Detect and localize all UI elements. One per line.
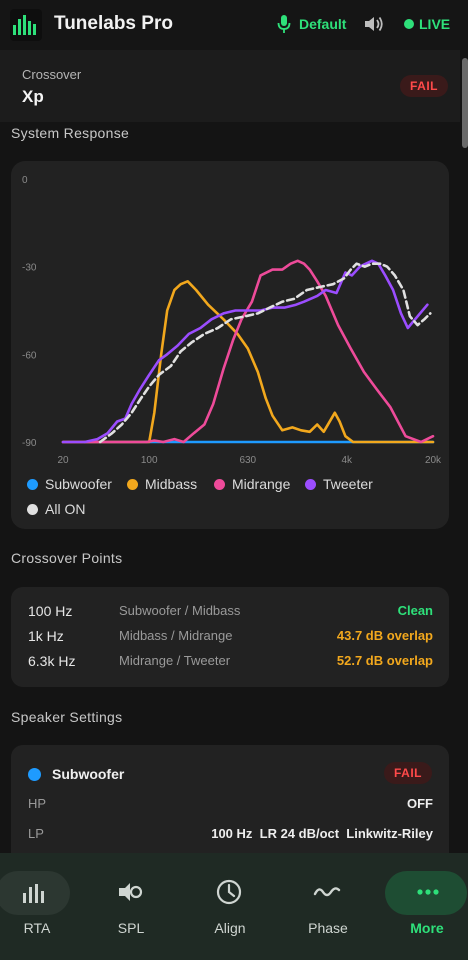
x-tick-label: 20 bbox=[57, 455, 69, 466]
bottom-navigation: RTA SPL Align Phase More bbox=[0, 853, 468, 960]
lp-value[interactable]: 100 Hz LR 24 dB/oct Linkwitz-Riley bbox=[211, 826, 433, 841]
top-bar: Tunelabs Pro Default LIVE bbox=[0, 0, 468, 50]
series-line-all-on bbox=[98, 262, 432, 444]
crossover-value: Xp bbox=[22, 87, 44, 106]
volume-icon[interactable] bbox=[363, 14, 385, 39]
legend-dot-subwoofer bbox=[27, 478, 38, 490]
legend-dot-midbass bbox=[127, 478, 138, 490]
speaker-icon bbox=[116, 879, 146, 907]
speaker-name: Subwoofer bbox=[52, 766, 125, 782]
live-indicator-dot bbox=[404, 19, 414, 29]
lp-label: LP bbox=[28, 826, 44, 841]
clock-icon bbox=[215, 879, 245, 907]
nav-label: Align bbox=[214, 920, 246, 936]
crossover-row: 1k Hz Midbass / Midrange 43.7 dB overlap bbox=[11, 628, 449, 650]
x-tick-label: 630 bbox=[239, 455, 256, 466]
legend-item-midrange[interactable]: Midrange bbox=[214, 476, 290, 492]
legend-item-subwoofer[interactable]: Subwoofer bbox=[27, 476, 112, 492]
nav-item-more[interactable]: More bbox=[380, 853, 468, 960]
crossover-row: 100 Hz Subwoofer / Midbass Clean bbox=[11, 603, 449, 625]
speaker-color-dot bbox=[28, 768, 41, 781]
nav-item-rta[interactable]: RTA bbox=[0, 853, 90, 960]
nav-item-align[interactable]: Align bbox=[183, 853, 277, 960]
y-tick-label: -30 bbox=[22, 263, 37, 274]
y-tick-label: -90 bbox=[22, 438, 37, 449]
scrollbar-thumb[interactable] bbox=[462, 58, 468, 148]
system-response-chart-card: 0 -30 -60 -90 20 100 630 4k 20k Subwoofer Midbas… bbox=[11, 161, 449, 529]
app-title: Tunelabs Pro bbox=[54, 13, 173, 34]
crossover-pair: Midbass / Midrange bbox=[119, 628, 233, 643]
crossover-pair: Subwoofer / Midbass bbox=[119, 603, 241, 618]
nav-label: SPL bbox=[117, 920, 145, 936]
crossover-summary-card: Crossover Xp FAIL bbox=[0, 50, 460, 122]
legend-label: Tweeter bbox=[323, 476, 373, 492]
nav-label: Phase bbox=[308, 920, 348, 936]
system-response-title: System Response bbox=[11, 125, 130, 141]
y-tick-label: 0 bbox=[22, 175, 28, 186]
legend-item-all-on[interactable]: All ON bbox=[27, 501, 85, 517]
nav-item-spl[interactable]: SPL bbox=[84, 853, 178, 960]
legend-item-midbass[interactable]: Midbass bbox=[127, 476, 197, 492]
hp-value[interactable]: OFF bbox=[407, 796, 433, 811]
nav-item-phase[interactable]: Phase bbox=[281, 853, 375, 960]
crossover-points-title: Crossover Points bbox=[11, 550, 123, 566]
crossover-points-card: 100 Hz Subwoofer / Midbass Clean 1k Hz M… bbox=[11, 587, 449, 687]
speaker-status-badge: FAIL bbox=[384, 762, 432, 784]
microphone-icon[interactable] bbox=[276, 14, 292, 39]
nav-label: RTA bbox=[23, 920, 51, 936]
legend-label: Midrange bbox=[232, 476, 291, 492]
legend-label: All ON bbox=[45, 501, 86, 517]
crossover-frequency: 1k Hz bbox=[28, 628, 64, 644]
hp-label: HP bbox=[28, 796, 47, 811]
nav-label: More bbox=[410, 920, 444, 936]
crossover-status: Clean bbox=[397, 603, 433, 618]
x-tick-label: 20k bbox=[425, 455, 442, 466]
series-line-midbass bbox=[61, 280, 435, 444]
x-tick-label: 4k bbox=[342, 455, 354, 466]
legend-label: Midbass bbox=[145, 476, 198, 492]
bars-icon bbox=[20, 879, 50, 907]
crossover-status: 52.7 dB overlap bbox=[336, 653, 433, 668]
crossover-pair: Midrange / Tweeter bbox=[119, 653, 231, 668]
crossover-label: Crossover bbox=[22, 67, 82, 82]
app-logo-icon bbox=[10, 9, 42, 41]
crossover-frequency: 6.3k Hz bbox=[28, 653, 76, 669]
more-icon bbox=[414, 879, 444, 907]
crossover-status: 43.7 dB overlap bbox=[336, 628, 433, 643]
status-badge: FAIL bbox=[400, 75, 448, 97]
crossover-frequency: 100 Hz bbox=[28, 603, 73, 619]
legend-label: Subwoofer bbox=[45, 476, 112, 492]
speaker-settings-title: Speaker Settings bbox=[11, 709, 123, 725]
live-indicator-label: LIVE bbox=[419, 16, 451, 32]
wave-icon bbox=[313, 879, 343, 907]
legend-item-tweeter[interactable]: Tweeter bbox=[305, 476, 373, 492]
series-line-tweeter bbox=[61, 259, 429, 444]
y-tick-label: -60 bbox=[22, 350, 37, 361]
legend-dot-all-on bbox=[27, 503, 38, 515]
legend-dot-tweeter bbox=[305, 478, 316, 490]
crossover-row: 6.3k Hz Midrange / Tweeter 52.7 dB overl… bbox=[11, 653, 449, 675]
system-response-chart: 0 -30 -60 -90 20 100 630 4k 20k bbox=[22, 175, 442, 466]
legend-dot-midrange bbox=[214, 478, 225, 490]
x-tick-label: 100 bbox=[141, 455, 158, 466]
mic-source-selector[interactable]: Default bbox=[299, 16, 346, 32]
